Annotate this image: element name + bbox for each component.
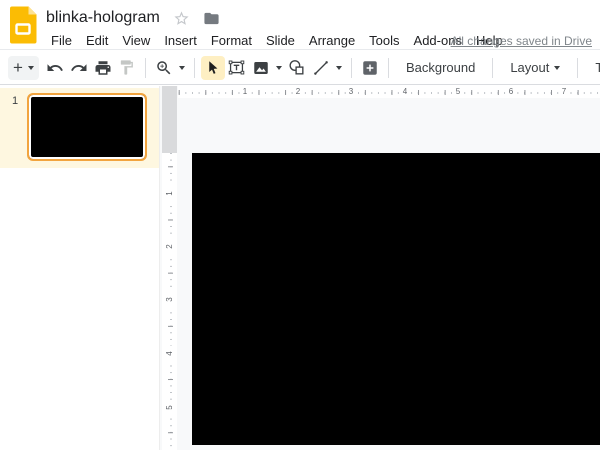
ruler-number: 1 (165, 186, 174, 201)
ruler-number: 4 (165, 346, 174, 361)
menu-item-format[interactable]: Format (204, 31, 259, 50)
select-tool-button[interactable] (201, 56, 225, 80)
theme-button-label: Theme (595, 60, 600, 75)
toolbar-divider (388, 58, 389, 78)
line-dropdown-button[interactable] (333, 56, 345, 80)
ruler-number: 7 (560, 87, 568, 97)
line-tool-button[interactable] (309, 56, 333, 80)
ruler-number: 1 (241, 87, 249, 97)
chevron-down-icon (28, 66, 34, 70)
insert-image-button[interactable] (249, 56, 273, 80)
toolbar-divider (492, 58, 493, 78)
google-slides-window: blinka-hologram File Edit View Insert Fo… (0, 0, 600, 450)
ruler-number: 5 (165, 400, 174, 415)
header: blinka-hologram File Edit View Insert Fo… (0, 0, 600, 50)
slide-canvas[interactable] (192, 153, 600, 445)
menu-item-slide[interactable]: Slide (259, 31, 302, 50)
line-icon (312, 59, 330, 77)
ruler-number: 2 (294, 87, 302, 97)
move-to-folder-icon[interactable] (203, 10, 220, 27)
vertical-ruler: 1 2 3 4 5 (162, 86, 177, 450)
image-dropdown-button[interactable] (273, 56, 285, 80)
save-status-link[interactable]: All changes saved in Drive (451, 34, 592, 48)
text-box-button[interactable] (225, 56, 249, 80)
print-button[interactable] (91, 56, 115, 80)
cursor-arrow-icon (204, 59, 222, 77)
ruler-number: 5 (454, 87, 462, 97)
toolbar: + (0, 51, 600, 85)
layout-button[interactable]: Layout (499, 56, 571, 80)
print-icon (94, 59, 112, 77)
ruler-number: 2 (165, 239, 174, 254)
zoom-dropdown-button[interactable] (176, 56, 188, 80)
ruler-number: 6 (507, 87, 515, 97)
editing-canvas: 1 2 3 4 5 6 7 1 2 3 4 5 (160, 86, 600, 450)
chevron-down-icon (554, 66, 560, 70)
zoom-button[interactable] (152, 56, 176, 80)
image-icon (252, 59, 270, 77)
menu-item-view[interactable]: View (115, 31, 157, 50)
insert-comment-button[interactable] (358, 56, 382, 80)
paint-format-button[interactable] (115, 56, 139, 80)
menubar: File Edit View Insert Format Slide Arran… (44, 31, 510, 50)
shape-icon (287, 58, 306, 77)
star-icon[interactable] (173, 10, 190, 27)
redo-icon (70, 59, 88, 77)
layout-button-label: Layout (510, 60, 549, 75)
new-slide-button[interactable]: + (8, 56, 39, 80)
ruler-number: 3 (347, 87, 355, 97)
chevron-down-icon (179, 66, 185, 70)
toolbar-divider (577, 58, 578, 78)
menu-item-tools[interactable]: Tools (362, 31, 406, 50)
chevron-down-icon (336, 66, 342, 70)
shape-button[interactable] (285, 56, 309, 80)
toolbar-divider (351, 58, 352, 78)
undo-icon (46, 59, 64, 77)
undo-button[interactable] (43, 56, 67, 80)
content-area: 1 1 2 3 4 5 6 7 1 2 3 4 5 (0, 86, 600, 450)
menu-item-arrange[interactable]: Arrange (302, 31, 362, 50)
chevron-down-icon (276, 66, 282, 70)
paint-format-icon (118, 59, 135, 76)
horizontal-ruler: 1 2 3 4 5 6 7 (178, 86, 600, 98)
slide-thumbnail[interactable] (27, 93, 147, 161)
title-row: blinka-hologram (46, 8, 220, 28)
ruler-corner-block (162, 86, 177, 153)
google-slides-logo-icon[interactable] (9, 6, 37, 44)
background-button-label: Background (406, 60, 475, 75)
slide-number: 1 (12, 95, 18, 107)
toolbar-divider (194, 58, 195, 78)
toolbar-divider (145, 58, 146, 78)
document-title[interactable]: blinka-hologram (46, 9, 160, 27)
text-box-icon (227, 58, 246, 77)
menu-item-file[interactable]: File (44, 31, 79, 50)
ruler-number: 4 (401, 87, 409, 97)
ruler-number: 3 (165, 292, 174, 307)
filmstrip-slide-row-selected[interactable]: 1 (0, 88, 159, 168)
menu-item-edit[interactable]: Edit (79, 31, 115, 50)
slide-filmstrip: 1 (0, 86, 160, 450)
background-button[interactable]: Background (395, 56, 486, 80)
theme-button[interactable]: Theme (584, 56, 600, 80)
menu-item-insert[interactable]: Insert (157, 31, 204, 50)
zoom-icon (155, 59, 173, 77)
redo-button[interactable] (67, 56, 91, 80)
comment-icon (361, 59, 379, 77)
plus-icon: + (13, 59, 23, 76)
